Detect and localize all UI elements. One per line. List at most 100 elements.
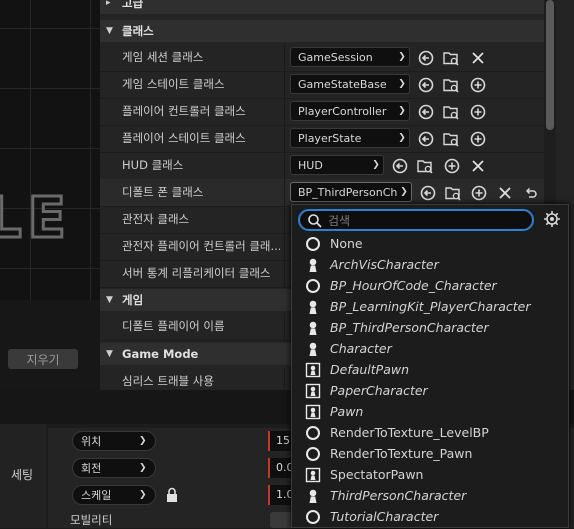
category-classes[interactable]: ▼ 클래스: [100, 20, 545, 42]
class-list-item-label: DefaultPawn: [330, 362, 410, 377]
add-plus-icon[interactable]: [469, 130, 486, 147]
chevron-down-icon: ❯: [372, 160, 380, 170]
column-divider: [284, 125, 285, 152]
circle-icon: [304, 235, 322, 253]
reset-to-default-icon[interactable]: [522, 184, 539, 201]
browse-folder-icon[interactable]: [416, 157, 433, 174]
use-selected-arrow-icon[interactable]: [417, 103, 434, 120]
add-plus-icon[interactable]: [469, 103, 486, 120]
rotation-combo[interactable]: 회전 ❯: [72, 458, 156, 478]
scale-combo[interactable]: 스케일 ❯: [72, 485, 156, 505]
class-list-item[interactable]: BP_LearningKit_PlayerCharacter: [304, 296, 554, 317]
row-label: 서버 통계 리플리케이터 클래스: [122, 266, 271, 280]
default-pawn-combo[interactable]: BP_ThirdPersonCharacter❯: [290, 182, 412, 202]
gear-icon[interactable]: [543, 210, 561, 228]
location-combo[interactable]: 위치 ❯: [72, 431, 156, 451]
browse-folder-icon[interactable]: [444, 184, 461, 201]
class-list-item[interactable]: BP_HourOfCode_Character: [304, 275, 554, 296]
pawn-icon: [304, 256, 322, 274]
search-field[interactable]: [298, 209, 534, 231]
viewport-watermark-logo: LE: [0, 185, 72, 253]
column-divider: [284, 152, 285, 179]
mobility-label: 모빌리티: [70, 513, 113, 527]
clear-x-icon[interactable]: [469, 157, 486, 174]
search-icon: [308, 214, 322, 228]
class-list-item[interactable]: ArchVisCharacter: [304, 254, 554, 275]
collapse-arrow-icon: ▼: [106, 349, 113, 359]
column-divider: [284, 71, 285, 98]
browse-folder-icon[interactable]: [442, 76, 459, 93]
details-scrollbar-thumb[interactable]: [546, 0, 554, 130]
class-list-item-label: PaperCharacter: [330, 383, 428, 398]
chevron-down-icon: ❯: [398, 52, 406, 62]
row-game-session-class: 게임 세션 클래스 GameSession ❯: [100, 44, 545, 72]
row-label: 게임 스테이트 클래스: [122, 77, 225, 91]
clear-x-icon[interactable]: [496, 184, 513, 201]
class-picker-dropdown: None ArchVisCharacter BP_HourOfCode_Charac…: [291, 204, 569, 528]
category-classes-label: 클래스: [122, 24, 154, 38]
search-input[interactable]: [326, 212, 530, 230]
circle-icon: [304, 445, 322, 463]
category-game-mode-label: Game Mode: [122, 347, 199, 361]
column-divider: [284, 313, 285, 340]
row-label: 디폴트 플레이어 이름: [122, 319, 225, 333]
column-divider: [284, 179, 285, 206]
class-list-item-label: BP_LearningKit_PlayerCharacter: [330, 299, 531, 314]
circle-icon: [304, 277, 322, 295]
row-label: 관전자 클래스: [122, 212, 190, 226]
pawn-box-icon: [304, 382, 322, 400]
pawn-icon: [304, 487, 322, 505]
class-list-item[interactable]: BP_ThirdPersonCharacter: [304, 317, 554, 338]
class-list-item[interactable]: RenderToTexture_Pawn: [304, 443, 554, 464]
class-list-item-label: BP_ThirdPersonCharacter: [330, 320, 489, 335]
hud-combo[interactable]: HUD ❯: [290, 155, 384, 175]
class-list-item[interactable]: ThirdPersonCharacter: [304, 485, 554, 506]
class-list-item[interactable]: RenderToTexture_LevelBP: [304, 422, 554, 443]
class-list-item[interactable]: SpectatorPawn: [304, 464, 554, 485]
game-state-combo[interactable]: GameStateBase ❯: [290, 74, 410, 94]
browse-folder-icon[interactable]: [442, 49, 459, 66]
browse-folder-icon[interactable]: [442, 103, 459, 120]
add-plus-icon[interactable]: [470, 184, 487, 201]
class-list-item-label: BP_HourOfCode_Character: [330, 278, 497, 293]
pawn-icon: [304, 340, 322, 358]
player-controller-combo[interactable]: PlayerController ❯: [290, 101, 410, 121]
row-label: HUD 클래스: [122, 158, 184, 172]
player-state-combo[interactable]: PlayerState ❯: [290, 128, 410, 148]
use-selected-arrow-icon[interactable]: [417, 130, 434, 147]
game-session-combo[interactable]: GameSession ❯: [290, 47, 410, 67]
class-list-item[interactable]: DefaultPawn: [304, 359, 554, 380]
browse-folder-icon[interactable]: [442, 130, 459, 147]
clear-button[interactable]: 지우기: [8, 349, 78, 369]
circle-icon: [304, 508, 322, 526]
collapse-arrow-icon: ▼: [106, 295, 113, 305]
row-player-controller-class: 플레이어 컨트롤러 클래스 PlayerController ❯: [100, 98, 545, 126]
add-plus-icon[interactable]: [469, 76, 486, 93]
use-selected-arrow-icon[interactable]: [391, 157, 408, 174]
class-list-item[interactable]: PaperCharacter: [304, 380, 554, 401]
pawn-icon: [304, 319, 322, 337]
chevron-down-icon: ❯: [139, 436, 147, 446]
row-game-state-class: 게임 스테이트 클래스 GameStateBase ❯: [100, 71, 545, 99]
lock-icon[interactable]: [165, 487, 179, 503]
clear-x-icon[interactable]: [469, 49, 486, 66]
class-list-item[interactable]: TutorialCharacter: [304, 506, 554, 527]
row-label: 심리스 트래블 사용: [122, 374, 214, 388]
column-divider: [284, 206, 285, 233]
class-list-item[interactable]: Character: [304, 338, 554, 359]
chevron-down-icon: ❯: [400, 187, 408, 197]
row-label: 플레이어 스테이트 클래스: [122, 131, 246, 145]
use-selected-arrow-icon[interactable]: [417, 76, 434, 93]
category-game-label: 게임: [122, 293, 144, 307]
class-list-item-label: ThirdPersonCharacter: [330, 488, 467, 503]
column-divider: [284, 233, 285, 260]
class-list-item[interactable]: Pawn: [304, 401, 554, 422]
row-label: 디폴트 폰 클래스: [122, 185, 204, 199]
use-selected-arrow-icon[interactable]: [419, 184, 436, 201]
category-advanced[interactable]: ▸ 고급: [100, 0, 545, 14]
use-selected-arrow-icon[interactable]: [417, 49, 434, 66]
add-plus-icon[interactable]: [443, 157, 460, 174]
level-viewport[interactable]: LE: [0, 0, 100, 390]
settings-tab[interactable]: 세팅: [0, 459, 44, 489]
class-list-item[interactable]: None: [304, 233, 554, 254]
